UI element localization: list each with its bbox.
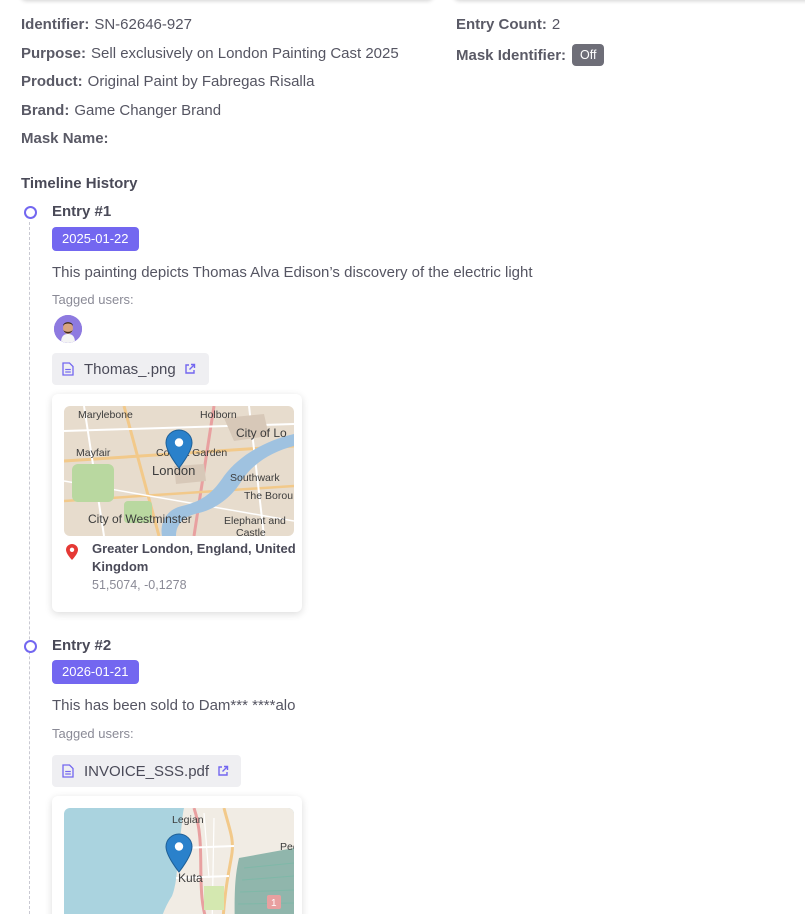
map-label: City of Westminster (88, 512, 192, 526)
file-icon (62, 764, 74, 778)
timeline-title: Timeline History (21, 175, 138, 192)
file-attachment[interactable]: Thomas_.png (52, 353, 209, 385)
purpose-row: Purpose: Sell exclusively on London Paint… (21, 44, 399, 64)
file-name: Thomas_.png (84, 360, 176, 378)
identifier-row: Identifier: SN-62646-927 (21, 15, 192, 35)
product-label: Product: (21, 73, 83, 90)
mask-identifier-label: Mask Identifier: (456, 47, 567, 64)
map-label: Castle (236, 527, 266, 536)
date-chip: 2026-01-21 (52, 660, 139, 684)
brand-label: Brand: (21, 102, 70, 119)
map-label: Marylebone (78, 409, 133, 421)
map-label: Covent Garden (156, 447, 227, 459)
tagged-users-label: Tagged users: (52, 292, 134, 307)
timeline-line (29, 222, 30, 914)
map-label: City of Lo (236, 426, 287, 440)
identifier-label: Identifier: (21, 16, 90, 33)
product-row: Product: Original Paint by Fabregas Risal… (21, 72, 314, 92)
map-kuta[interactable]: Legian Kuta Pec 1 (64, 808, 294, 914)
identifier-value: SN-62646-927 (94, 16, 192, 33)
date-chip: 2025-01-22 (52, 227, 139, 251)
purpose-label: Purpose: (21, 45, 87, 62)
map-label: Kuta (178, 871, 203, 885)
map-label: Southwark (230, 472, 280, 484)
brand-value: Game Changer Brand (74, 102, 222, 119)
external-link-icon[interactable] (217, 765, 229, 777)
mask-name-label: Mask Name: (21, 130, 109, 147)
timeline-dot (24, 206, 37, 219)
map-label: Elephant and (224, 515, 286, 527)
map-label: London (152, 463, 195, 478)
entry-count-row: Entry Count: 2 (456, 15, 560, 35)
entry-title: Entry #1 (52, 203, 112, 220)
map-label: 1 (271, 898, 277, 909)
map-label: Pec (280, 841, 294, 853)
mask-name-row: Mask Name: (21, 129, 114, 149)
entry-count-label: Entry Count: (456, 16, 547, 33)
file-icon (62, 362, 74, 376)
file-name: INVOICE_SSS.pdf (84, 762, 210, 780)
file-attachment[interactable]: INVOICE_SSS.pdf (52, 755, 241, 787)
location-card: Marylebone Holborn Mayfair Covent Garden… (52, 394, 302, 612)
map-label: Holborn (200, 409, 237, 421)
purpose-value: Sell exclusively on London Painting Cast… (91, 45, 399, 62)
brand-row: Brand: Game Changer Brand (21, 101, 221, 121)
entry-count-value: 2 (551, 16, 561, 33)
map-label: Mayfair (76, 447, 111, 459)
mask-identifier-badge: Off (572, 44, 605, 66)
entry-description: This has been sold to Dam*** ****alo (52, 697, 296, 714)
entry-title: Entry #2 (52, 637, 112, 654)
map-label: Legian (172, 814, 204, 826)
location-pin-icon (66, 544, 78, 560)
avatar-portrait-icon (54, 315, 82, 343)
map-label: The Borou (244, 490, 293, 502)
avatar[interactable] (54, 315, 82, 343)
map-london[interactable]: Marylebone Holborn Mayfair Covent Garden… (64, 406, 294, 536)
timeline-dot (24, 640, 37, 653)
product-value: Original Paint by Fabregas Risalla (87, 73, 315, 90)
tagged-users-label: Tagged users: (52, 726, 134, 741)
external-link-icon[interactable] (184, 363, 196, 375)
location-card: Legian Kuta Pec 1 (52, 796, 302, 914)
location-name: Greater London, England, United Kingdom (92, 541, 296, 574)
location-info: Greater London, England, United Kingdom … (92, 540, 297, 592)
mask-identifier-row: Mask Identifier: Off (456, 44, 605, 66)
entry-description: This painting depicts Thomas Alva Edison… (52, 264, 533, 281)
location-coords: 51,5074, -0,1278 (92, 578, 187, 592)
